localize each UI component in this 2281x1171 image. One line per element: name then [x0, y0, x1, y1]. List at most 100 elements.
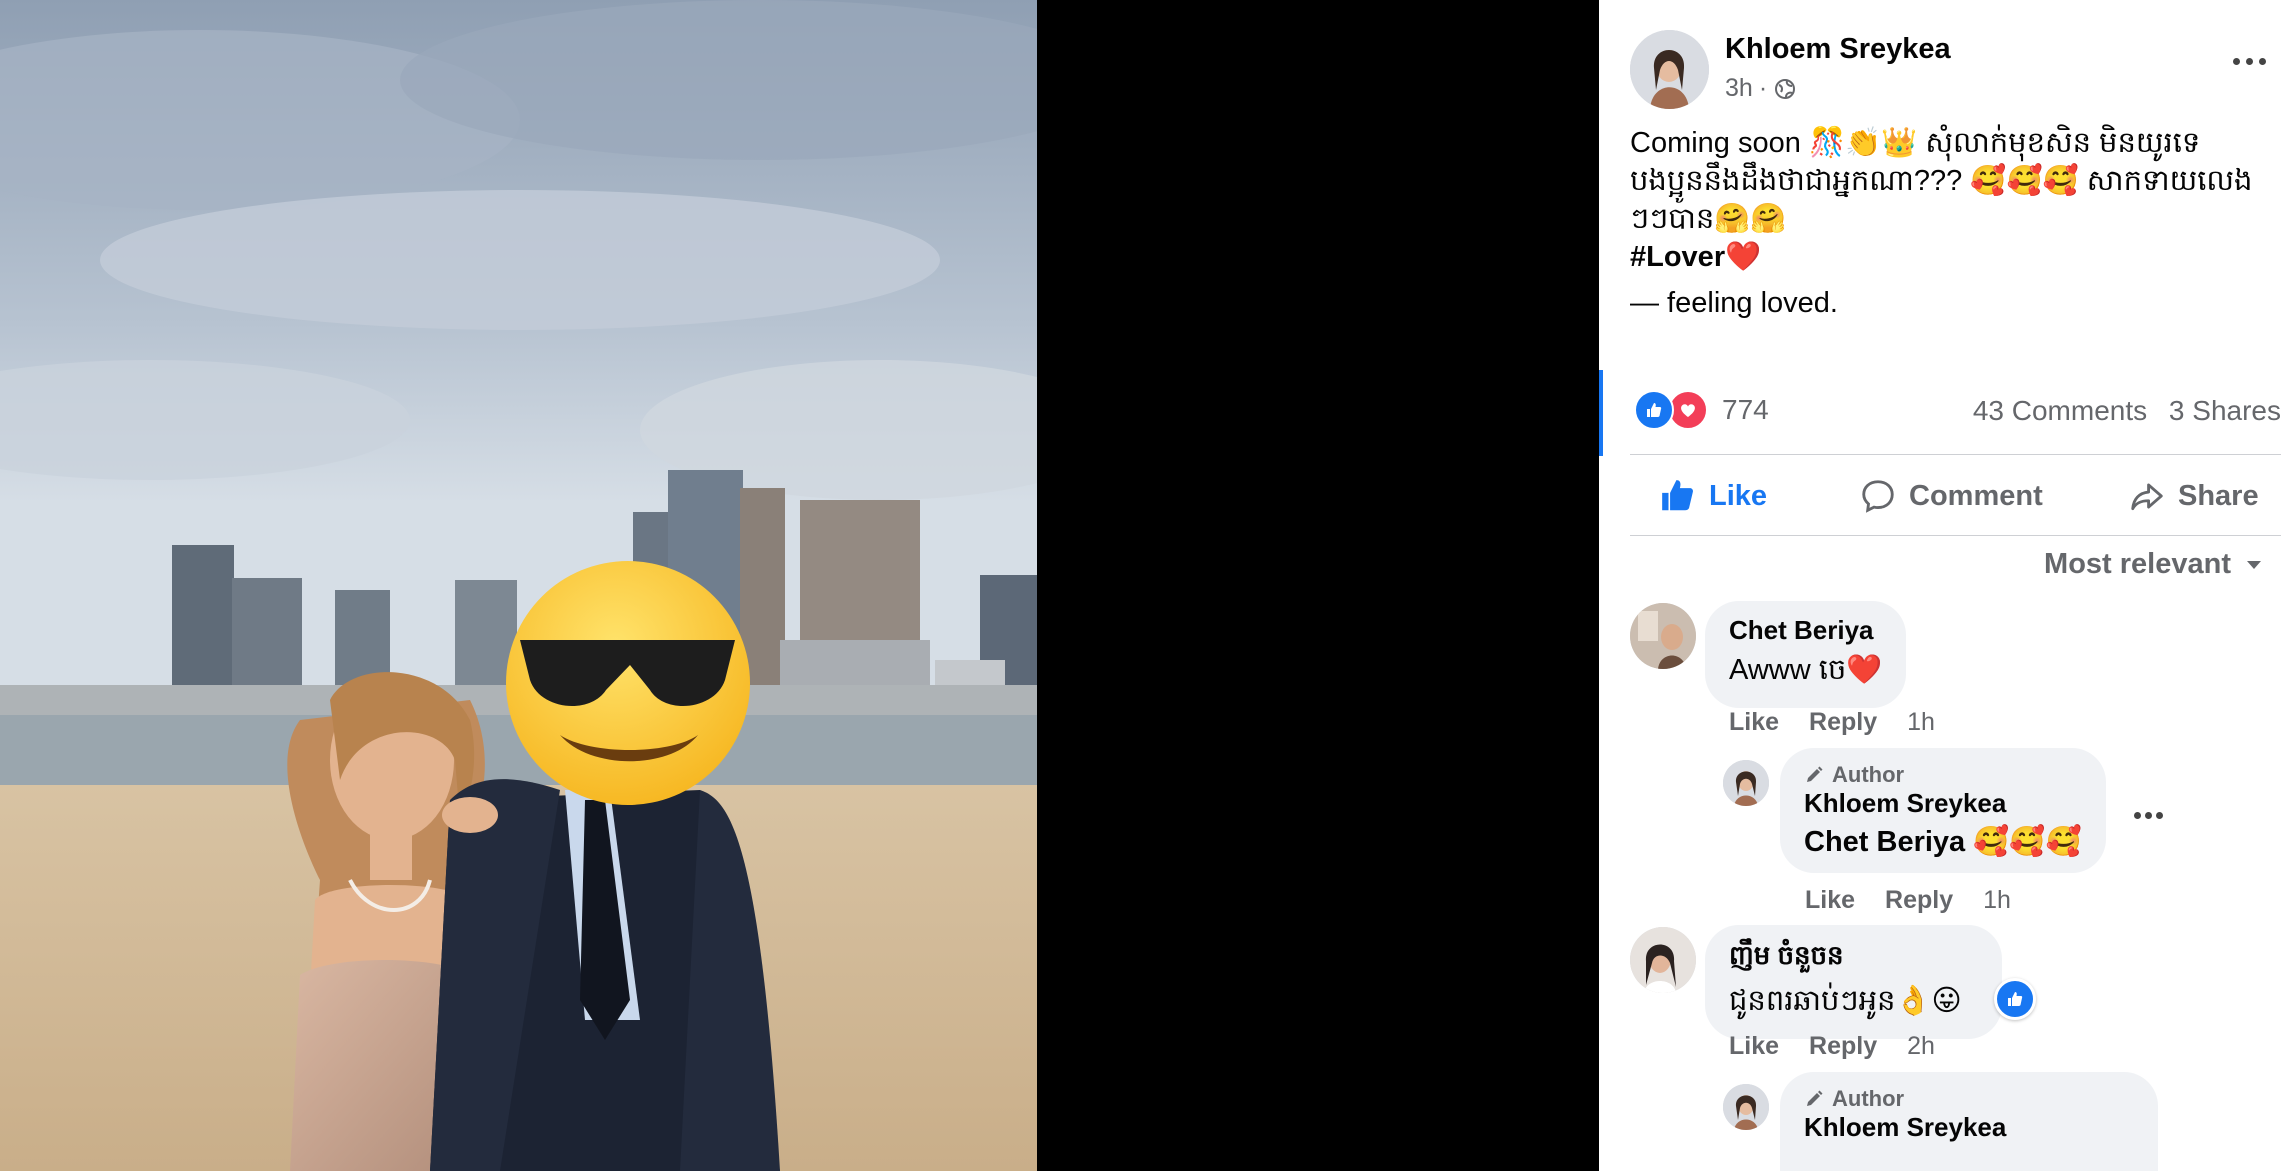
- share-arrow-icon: [2131, 483, 2163, 511]
- author-badge: Author: [1804, 1086, 2134, 1112]
- sort-label: Most relevant: [2044, 548, 2231, 580]
- comment-like-button[interactable]: Like: [1729, 708, 1779, 737]
- post-text-segment: សុំលាក់មុខសិន មិនយូរទេ: [1925, 127, 2201, 159]
- red-heart-icon: ❤️: [1846, 654, 1883, 686]
- comment-sort-dropdown[interactable]: Most relevant: [2044, 548, 2263, 581]
- post-time[interactable]: 3h: [1725, 74, 1753, 103]
- comment-like-button[interactable]: Like: [1805, 886, 1855, 915]
- comment-text: Awww ចេ❤️: [1729, 652, 1882, 694]
- comments-count[interactable]: 43 Comments: [1973, 395, 2147, 426]
- avatar-image: [1630, 30, 1709, 109]
- comment-actions: Like Reply 1h: [1729, 708, 1935, 737]
- author-badge: Author: [1804, 762, 2082, 788]
- comment-bubble: ញឹម ចំនួចន ជូនពរឆាប់ៗអូន👌😛: [1705, 925, 2002, 1039]
- comment-time[interactable]: 2h: [1907, 1032, 1935, 1061]
- avatar-image: [1723, 760, 1769, 806]
- engagement-counts: 43 Comments 3 Shares: [1973, 395, 2281, 427]
- comment-text-segment: Awww ចេ: [1729, 654, 1847, 686]
- dot-icon: [2246, 58, 2253, 65]
- post-meta: 3h ·: [1725, 74, 1797, 103]
- meta-separator: ·: [1758, 74, 1768, 102]
- dot-icon: [2156, 812, 2163, 819]
- pencil-icon: [1807, 1090, 1823, 1106]
- smiling-hearts-icon: 🥰🥰🥰: [1970, 165, 2079, 197]
- commenter-avatar[interactable]: [1630, 603, 1696, 669]
- thumbs-up-icon: [1662, 480, 1693, 511]
- reaction-summary[interactable]: 774: [1634, 390, 1769, 430]
- author-avatar[interactable]: [1630, 30, 1709, 109]
- focus-indicator: [1599, 370, 1603, 456]
- mentioned-user[interactable]: Chet Beriya: [1804, 826, 1965, 858]
- post-line-1: Coming soon 🎊👏👑 សុំលាក់មុខសិន មិនយូរទេ: [1630, 124, 2270, 162]
- post-text-segment: សាកទាយលេង: [2086, 165, 2253, 197]
- author-reply-avatar[interactable]: [1723, 1084, 1769, 1130]
- author-reply-bubble: Author Khloem Sreykea Chet Beriya 🥰🥰🥰: [1780, 748, 2106, 873]
- comment-text-segment: ជូនពរឆាប់ៗអូន: [1729, 985, 1896, 1017]
- post-text-segment: ៗៗបាន: [1630, 203, 1715, 235]
- caret-down-icon: [2247, 560, 2261, 569]
- globe-icon: [1775, 78, 1796, 99]
- tongue-face-icon: 😛: [1931, 985, 1962, 1017]
- hugging-face-icon: 🤗🤗: [1714, 203, 1787, 235]
- beach-photo-illustration: [0, 0, 1037, 1171]
- post-line-4: #Lover❤️: [1630, 238, 2270, 276]
- post-line-3: ៗៗបាន🤗🤗: [1630, 200, 2270, 238]
- comment-more-options[interactable]: [2134, 810, 2174, 822]
- post-text-segment: Coming soon: [1630, 127, 1801, 159]
- feeling-text: — feeling loved.: [1630, 287, 1838, 319]
- author-name[interactable]: Khloem Sreykea: [1725, 33, 1951, 66]
- clapping-hands-icon: 👏: [1845, 127, 1882, 159]
- comment-button[interactable]: Comment: [1859, 476, 2043, 516]
- author-badge-label: Author: [1832, 762, 1905, 787]
- share-label: Share: [2178, 479, 2259, 512]
- thumbs-up-icon: [2008, 992, 2023, 1006]
- author-reply-bubble: Author Khloem Sreykea: [1780, 1072, 2158, 1171]
- avatar-image: [1723, 1084, 1769, 1130]
- pencil-icon: [1807, 766, 1823, 782]
- comment-actions: Like Reply 1h: [1805, 886, 2011, 915]
- comment-reply-button[interactable]: Reply: [1885, 886, 1953, 915]
- comment-like-button[interactable]: Like: [1729, 1032, 1779, 1061]
- share-button[interactable]: Share: [2128, 476, 2259, 516]
- shares-count[interactable]: 3 Shares: [2169, 395, 2281, 426]
- reaction-count: 774: [1722, 394, 1769, 425]
- commenter-name[interactable]: Khloem Sreykea: [1804, 788, 2082, 819]
- ok-hand-icon: 👌: [1895, 985, 1932, 1017]
- dot-icon: [2259, 58, 2266, 65]
- dot-icon: [2233, 58, 2240, 65]
- commenter-name[interactable]: Khloem Sreykea: [1804, 1112, 2134, 1143]
- avatar-image: [1630, 927, 1696, 993]
- comment-bubble: Chet Beriya Awww ចេ❤️: [1705, 601, 1907, 708]
- comment-time[interactable]: 1h: [1983, 886, 2011, 915]
- comment-reply-button[interactable]: Reply: [1809, 1032, 1877, 1061]
- red-heart-icon: ❤️: [1725, 241, 1762, 273]
- divider: [1630, 454, 2281, 455]
- comment-actions: Like Reply 2h: [1729, 1032, 1935, 1061]
- commenter-name[interactable]: Chet Beriya: [1729, 615, 1882, 646]
- comment-like-reaction-icon[interactable]: [1994, 978, 2036, 1020]
- party-popper-icon: 🎊: [1808, 127, 1846, 159]
- commenter-name[interactable]: ញឹម ចំនួចន: [1729, 939, 1962, 977]
- comment-label: Comment: [1909, 479, 2043, 512]
- more-options-button[interactable]: [2231, 48, 2271, 78]
- dot-icon: [2145, 812, 2152, 819]
- post-sidebar: Khloem Sreykea 3h · Coming soon 🎊👏👑 សុំល…: [1599, 0, 2281, 1171]
- like-button[interactable]: Like: [1659, 476, 1767, 516]
- author-reply-avatar[interactable]: [1723, 760, 1769, 806]
- divider: [1630, 535, 2281, 536]
- post-text-segment: បងប្អូននឹងដឹងថាជាអ្នកណា???: [1630, 165, 1963, 197]
- like-label: Like: [1709, 479, 1768, 512]
- post-text: Coming soon 🎊👏👑 សុំលាក់មុខសិន មិនយូរទេ ប…: [1630, 124, 2270, 276]
- hashtag-link[interactable]: #Lover: [1630, 241, 1725, 273]
- smiling-hearts-icon: 🥰🥰🥰: [1973, 826, 2082, 858]
- post-line-2: បងប្អូននឹងដឹងថាជាអ្នកណា??? 🥰🥰🥰 សាកទាយលេង: [1630, 162, 2270, 200]
- photo-viewer[interactable]: [0, 0, 1599, 1171]
- dot-icon: [2134, 812, 2141, 819]
- crown-icon: 👑: [1881, 127, 1918, 159]
- post-photo[interactable]: [0, 0, 1037, 1171]
- commenter-avatar[interactable]: [1630, 927, 1696, 993]
- comment-icon: [1862, 480, 1894, 513]
- comment-reply-button[interactable]: Reply: [1809, 708, 1877, 737]
- author-badge-label: Author: [1832, 1086, 1905, 1111]
- comment-time[interactable]: 1h: [1907, 708, 1935, 737]
